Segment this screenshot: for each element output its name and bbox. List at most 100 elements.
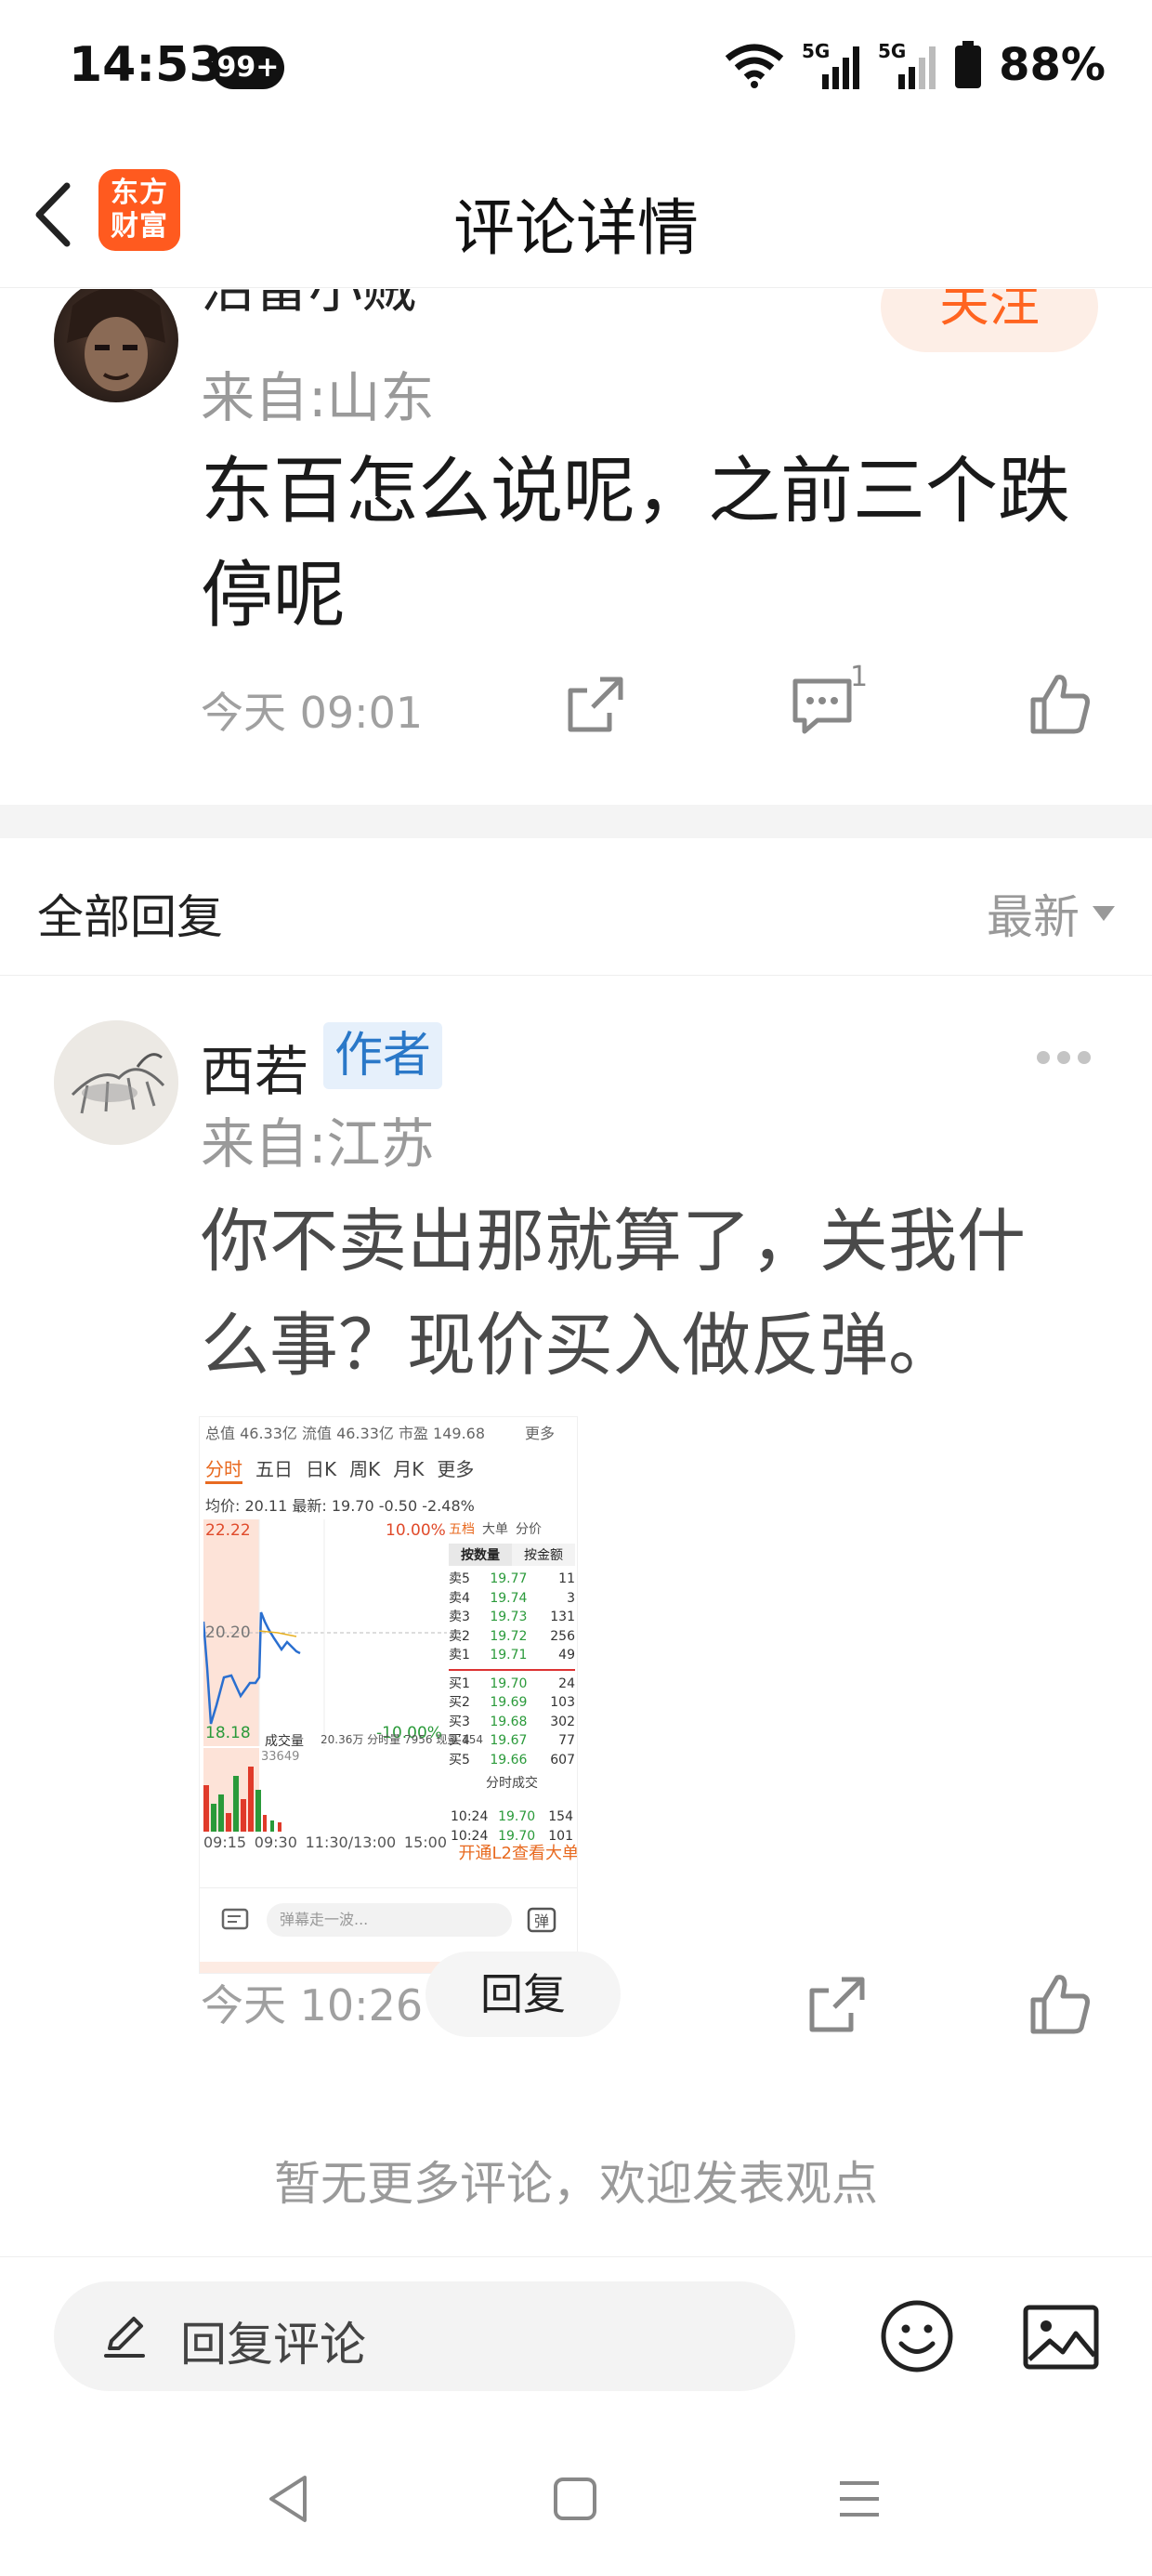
order-label: 卖5 [449, 1571, 470, 1586]
order-price: 19.67 [490, 1733, 528, 1748]
order-price: 19.70 [490, 1676, 528, 1691]
signal-5g-icon: 5G [802, 40, 860, 89]
attachment-info-line: 均价: 20.11 最新: 19.70 -0.50 -2.48% [205, 1497, 475, 1515]
bid-rows: 买1 19.70 24 买2 19.69 103 买3 19.68 302 买4 19.67 77 买5… [449, 1675, 575, 1770]
order-price: 19.69 [490, 1695, 528, 1710]
nav-home-icon[interactable] [543, 2466, 608, 2531]
price-high-label: 22.22 [205, 1521, 251, 1540]
attachment-tabs: 分时 五日 日K 周K 月K 更多 [205, 1454, 573, 1484]
dot [1037, 1051, 1050, 1064]
order-book-subtab: 按数量 [449, 1544, 512, 1566]
svg-text:5G: 5G [802, 40, 830, 62]
more-options-icon[interactable] [1037, 1046, 1096, 1069]
order-vol: 131 [550, 1610, 575, 1624]
comment-input-bar: 回复评论 [0, 2256, 1152, 2414]
replies-title: 全部回复 [37, 890, 223, 944]
attachment-tab: 日K [306, 1458, 337, 1480]
danmaku-bar: 弹幕走一波... 弹 [200, 1887, 577, 1943]
order-book-tab: 分价 [516, 1522, 542, 1537]
order-row: 买2 19.69 103 [449, 1693, 575, 1713]
order-vol: 11 [558, 1571, 575, 1586]
trade-time: 10:24 [451, 1809, 489, 1824]
trade-title: 分时成交 [486, 1776, 538, 1791]
order-vol: 3 [567, 1590, 575, 1606]
volume-label: 成交量 [265, 1734, 304, 1749]
follow-button[interactable]: 关注 [881, 289, 1098, 352]
trade-row: 10:24 19.70 154 [451, 1807, 573, 1827]
order-book-subtab: 按金额 [512, 1544, 575, 1566]
order-vol: 256 [550, 1628, 575, 1644]
order-label: 卖1 [449, 1648, 470, 1663]
comment-time: 今天 09:01 [201, 688, 424, 738]
order-row: 卖5 19.77 11 [449, 1570, 575, 1589]
order-row: 买1 19.70 24 [449, 1675, 575, 1694]
order-price: 19.77 [490, 1571, 528, 1586]
nav-back-icon[interactable] [256, 2466, 321, 2531]
share-icon[interactable] [563, 672, 628, 737]
like-icon[interactable] [1028, 672, 1093, 737]
price-mid-label: 20.20 [205, 1623, 251, 1642]
svg-text:弹: 弹 [534, 1912, 549, 1930]
pen-icon [104, 2317, 145, 2358]
image-icon[interactable] [1022, 2298, 1100, 2376]
order-vol: 77 [558, 1733, 575, 1748]
username[interactable]: 西若 [201, 1028, 308, 1106]
status-icons: 5G 5G 88% [724, 37, 1106, 93]
attached-image[interactable]: 总值 46.33亿 流值 46.33亿 市盈 149.68 更多 分时 五日 日… [199, 1416, 578, 1974]
location-origin: 来自:山东 [201, 366, 435, 429]
order-label: 买3 [449, 1714, 470, 1729]
username[interactable]: 沼雷小贼 [201, 289, 416, 322]
order-book-subtabs: 按数量 按金额 [449, 1544, 575, 1566]
svg-text:5G: 5G [878, 40, 906, 62]
reply-count: 1 [850, 661, 869, 693]
battery-percentage: 88% [999, 39, 1106, 91]
no-more-comments: 暂无更多评论，欢迎发表观点 [274, 2157, 878, 2211]
sort-dropdown[interactable]: 最新 [987, 880, 1115, 947]
order-vol: 302 [550, 1714, 575, 1729]
trade-price: 19.70 [498, 1809, 536, 1824]
reply-content: 你不卖出那就算了，关我什么事？现价买入做反弹。 [201, 1202, 1026, 1386]
order-price: 19.72 [490, 1628, 528, 1644]
comment-icon[interactable] [790, 674, 855, 739]
reply-input[interactable]: 回复评论 [54, 2281, 795, 2391]
attachment-tab: 更多 [437, 1458, 475, 1480]
order-row: 卖2 19.72 256 [449, 1627, 575, 1647]
avatar[interactable] [54, 289, 178, 402]
order-label: 卖3 [449, 1610, 470, 1624]
attachment-tab: 月K [393, 1458, 425, 1480]
pct-high-label: 10.00% [386, 1521, 446, 1540]
section-divider [0, 805, 1152, 838]
order-label: 买2 [449, 1695, 470, 1710]
volume-chart [203, 1748, 281, 1832]
order-book-tab: 大单 [482, 1522, 508, 1537]
attachment-top-line: 总值 46.33亿 流值 46.33亿 市盈 149.68 [205, 1425, 486, 1442]
status-time: 14:53 [69, 37, 223, 93]
reply-button[interactable]: 回复 [425, 1952, 621, 2037]
order-row: 买3 19.68 302 [449, 1713, 575, 1732]
author-badge: 作者 [323, 1022, 443, 1089]
share-icon[interactable] [805, 1972, 870, 2037]
nav-menu-icon[interactable] [827, 2466, 892, 2531]
danmaku-settings-icon [221, 1908, 249, 1930]
avatar[interactable] [54, 1020, 178, 1145]
order-book-tabs: 五档 大单 分价 [449, 1519, 575, 1538]
book-divider [449, 1668, 575, 1671]
dot [1057, 1051, 1070, 1064]
attachment-tab: 五日 [255, 1458, 293, 1480]
emoji-icon[interactable] [879, 2298, 955, 2374]
danmaku-input: 弹幕走一波... [267, 1903, 512, 1937]
order-book: 五档 大单 分价 按数量 按金额 卖5 19.77 11 卖4 19.74 3 卖3 19.7… [449, 1519, 575, 1792]
order-label: 卖4 [449, 1590, 470, 1606]
danmaku-toggle-icon: 弹 [527, 1907, 556, 1933]
location-origin: 来自:江苏 [201, 1112, 435, 1176]
avatar-image [67, 289, 165, 391]
status-bar: 14:53 99+ 5G 5G 88% [0, 0, 1152, 139]
reply-input-placeholder: 回复评论 [180, 2318, 366, 2372]
header: 东方 财富 评论详情 [0, 139, 1152, 288]
time-tick: 11:30/13:00 [305, 1833, 397, 1851]
attachment-more: 更多 [525, 1425, 556, 1442]
price-low-label: 18.18 [205, 1724, 251, 1742]
main-comment: 沼雷小贼 关注 来自:山东 东百怎么说呢，之前三个跌停呢 今天 09:01 1 [0, 289, 1152, 805]
like-icon[interactable] [1028, 1972, 1093, 2037]
avatar-image [54, 1020, 178, 1145]
